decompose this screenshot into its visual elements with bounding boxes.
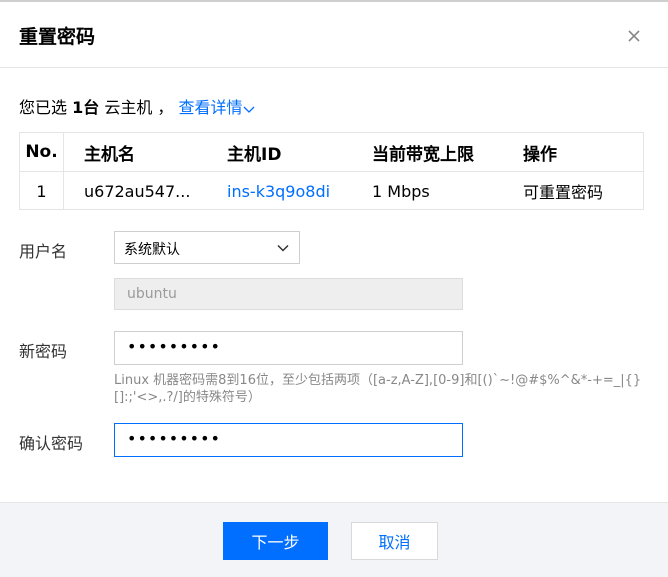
dialog-footer: [0, 502, 668, 577]
username-value: ubuntu: [127, 286, 177, 302]
selection-suffix: 云主机 ，: [104, 98, 174, 117]
new-password-value: •••••••••: [127, 337, 221, 356]
chevron-down-icon: [243, 106, 255, 113]
view-details-label: 查看详情: [178, 98, 243, 117]
selection-prefix: 您已选: [19, 98, 68, 117]
row-no: 1: [20, 172, 64, 210]
header-bandwidth: 当前带宽上限: [372, 144, 474, 165]
row-bandwidth: 1 Mbps: [372, 181, 430, 201]
table-row: 1 u672au547... ins-k3q9o8di 1 Mbps 可重置密码: [20, 172, 643, 210]
header-hostname: 主机名: [84, 144, 135, 165]
password-hint: Linux 机器密码需8到16位，至少包括两项（[a-z,A-Z],[0-9]和…: [114, 373, 642, 405]
table-header-row: No. 主机名 主机ID 当前带宽上限 操作: [20, 133, 643, 172]
next-button[interactable]: 下一步: [223, 522, 328, 560]
row-hostname: u672au547...: [84, 181, 191, 201]
selection-count: 1台: [72, 98, 100, 117]
row-host-id-link[interactable]: ins-k3q9o8di: [227, 172, 330, 210]
confirm-password-label: 确认密码: [19, 434, 84, 453]
reset-password-dialog: 重置密码 您已选 1台 云主机 ， 查看详情 No. 主机名 主机ID 当前带宽…: [0, 0, 668, 577]
selection-summary: 您已选 1台 云主机 ， 查看详情: [19, 94, 255, 118]
view-details-link[interactable]: 查看详情: [179, 98, 255, 117]
username-label: 用户名: [19, 242, 68, 261]
confirm-password-value: •••••••••: [127, 429, 221, 448]
username-input: ubuntu: [114, 278, 463, 310]
header-no: No.: [20, 133, 64, 171]
close-icon: [628, 30, 640, 42]
header-action: 操作: [523, 144, 557, 165]
confirm-password-input[interactable]: •••••••••: [114, 423, 463, 457]
chevron-down-icon: [277, 244, 289, 252]
username-select-value: 系统默认: [124, 242, 180, 258]
dialog-title: 重置密码: [19, 26, 96, 48]
new-password-input[interactable]: •••••••••: [114, 331, 463, 365]
dialog-header: 重置密码: [0, 2, 668, 68]
new-password-label: 新密码: [19, 342, 68, 361]
row-action-status: 可重置密码: [523, 183, 604, 202]
close-button[interactable]: [620, 22, 648, 50]
username-select[interactable]: 系统默认: [114, 231, 300, 264]
cancel-button[interactable]: 取消: [351, 522, 438, 560]
header-host-id: 主机ID: [227, 144, 282, 165]
instance-table: No. 主机名 主机ID 当前带宽上限 操作 1 u672au547... in…: [19, 132, 644, 210]
